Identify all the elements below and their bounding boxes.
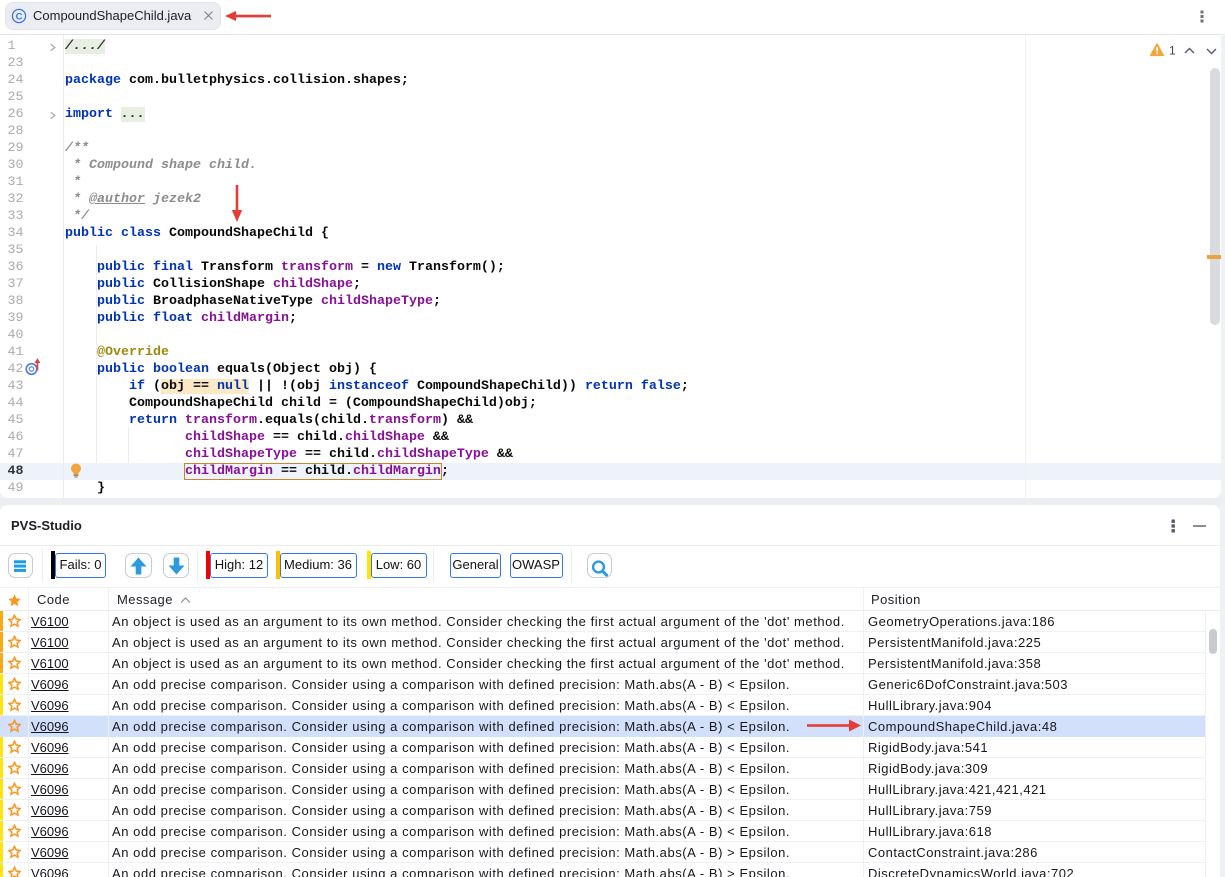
- svg-text:C: C: [16, 11, 23, 22]
- svg-text:1: 1: [1169, 44, 1176, 58]
